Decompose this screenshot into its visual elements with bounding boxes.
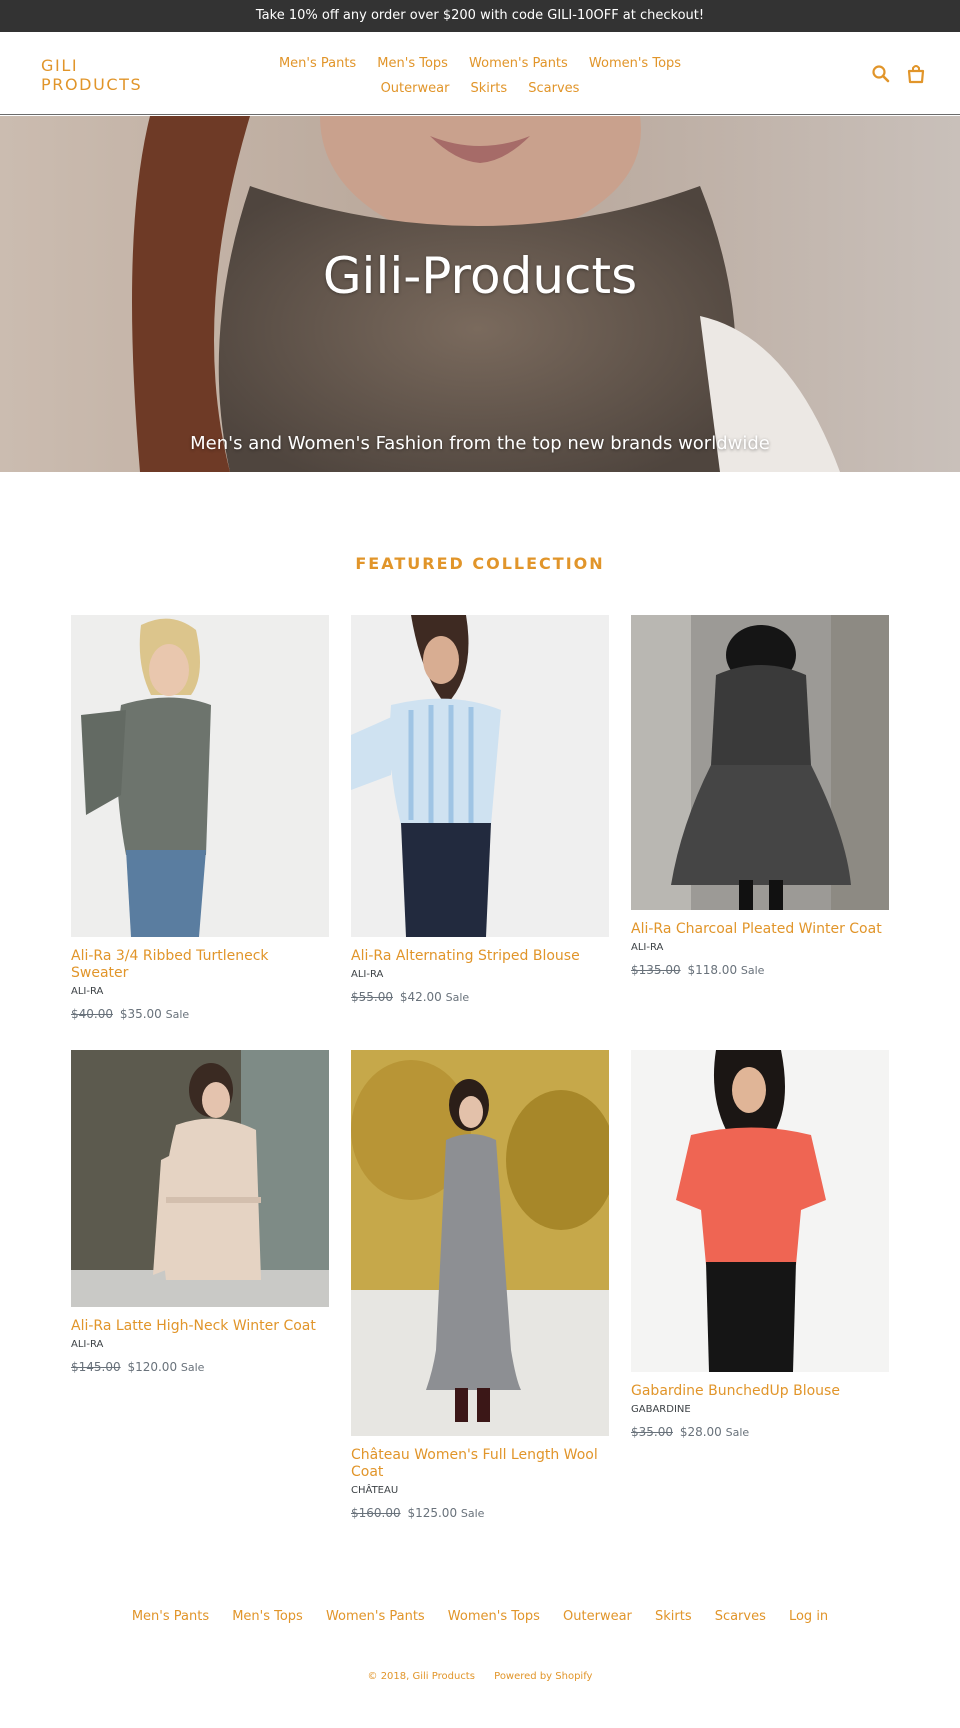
- compare-at-price: $35.00: [631, 1425, 673, 1439]
- product-image-chateau-coat[interactable]: [351, 1050, 609, 1436]
- sale-price: $35.00: [119, 1007, 162, 1021]
- compare-at-price: $160.00: [351, 1506, 401, 1520]
- site-logo[interactable]: GILI PRODUCTS: [41, 56, 161, 94]
- footer-link-mens-tops[interactable]: Men's Tops: [232, 1609, 303, 1624]
- sale-label: Sale: [165, 1008, 190, 1021]
- cart-icon[interactable]: [905, 63, 927, 85]
- sale-price: $120.00: [127, 1360, 178, 1374]
- sale-price: $42.00: [399, 990, 442, 1004]
- product-image-striped-blouse[interactable]: [351, 615, 609, 937]
- product-card: Ali-Ra Latte High-Neck Winter Coat ALI-R…: [71, 1050, 329, 1378]
- main-nav: Men's Pants Men's Tops Women's Pants Wom…: [260, 50, 700, 100]
- announcement-bar: Take 10% off any order over $200 with co…: [0, 0, 960, 32]
- footer-link-womens-pants[interactable]: Women's Pants: [326, 1609, 425, 1624]
- sale-price: $125.00: [407, 1506, 458, 1520]
- product-price: $145.00 $120.00 Sale: [71, 1357, 329, 1378]
- logo-line-1: GILI: [41, 56, 79, 75]
- product-vendor: ALI-RA: [71, 1339, 104, 1350]
- product-card: Gabardine BunchedUp Blouse GABARDINE $35…: [631, 1050, 889, 1443]
- nav-womens-pants[interactable]: Women's Pants: [469, 56, 568, 71]
- footer-link-login[interactable]: Log in: [789, 1609, 828, 1624]
- sale-price: $118.00: [687, 963, 738, 977]
- product-vendor: CHÂTEAU: [351, 1485, 399, 1496]
- nav-mens-pants[interactable]: Men's Pants: [279, 56, 356, 71]
- product-title[interactable]: Ali-Ra Alternating Striped Blouse: [351, 948, 609, 965]
- footer-link-womens-tops[interactable]: Women's Tops: [448, 1609, 540, 1624]
- product-vendor: GABARDINE: [631, 1404, 691, 1415]
- product-card: Ali-Ra Alternating Striped Blouse ALI-RA…: [351, 615, 609, 1008]
- hero-banner: Gili-Products Men's and Women's Fashion …: [0, 116, 960, 472]
- product-title[interactable]: Gabardine BunchedUp Blouse: [631, 1383, 889, 1400]
- compare-at-price: $40.00: [71, 1007, 113, 1021]
- sale-label: Sale: [180, 1361, 205, 1374]
- product-title[interactable]: Ali-Ra Latte High-Neck Winter Coat: [71, 1318, 329, 1335]
- product-vendor: ALI-RA: [631, 942, 664, 953]
- product-price: $55.00 $42.00 Sale: [351, 987, 609, 1008]
- logo-line-2: PRODUCTS: [41, 75, 143, 94]
- sale-label: Sale: [740, 964, 765, 977]
- product-image-turtleneck[interactable]: [71, 615, 329, 937]
- product-price: $160.00 $125.00 Sale: [351, 1503, 609, 1524]
- nav-womens-tops[interactable]: Women's Tops: [589, 56, 681, 71]
- product-card: Ali-Ra Charcoal Pleated Winter Coat ALI-…: [631, 615, 889, 981]
- product-image-charcoal-coat[interactable]: [631, 615, 889, 910]
- powered-by-link[interactable]: Powered by Shopify: [494, 1671, 592, 1682]
- search-icon[interactable]: [870, 63, 892, 85]
- sale-price: $28.00: [679, 1425, 722, 1439]
- hero-title: Gili-Products: [322, 247, 638, 305]
- footer-link-scarves[interactable]: Scarves: [715, 1609, 766, 1624]
- product-card: Château Women's Full Length Wool Coat CH…: [351, 1050, 609, 1524]
- nav-skirts[interactable]: Skirts: [471, 81, 508, 96]
- nav-mens-tops[interactable]: Men's Tops: [377, 56, 448, 71]
- product-title[interactable]: Château Women's Full Length Wool Coat: [351, 1447, 609, 1481]
- product-price: $135.00 $118.00 Sale: [631, 960, 889, 981]
- featured-collection-heading: Featured collection: [355, 554, 605, 573]
- footer-link-outerwear[interactable]: Outerwear: [563, 1609, 632, 1624]
- product-vendor: ALI-RA: [351, 969, 384, 980]
- nav-scarves[interactable]: Scarves: [528, 81, 579, 96]
- footer-link-skirts[interactable]: Skirts: [655, 1609, 692, 1624]
- compare-at-price: $145.00: [71, 1360, 121, 1374]
- product-title[interactable]: Ali-Ra Charcoal Pleated Winter Coat: [631, 921, 889, 938]
- copyright-link[interactable]: © 2018, Gili Products: [368, 1671, 475, 1682]
- sale-label: Sale: [725, 1426, 750, 1439]
- product-image-latte-coat[interactable]: [71, 1050, 329, 1307]
- product-vendor: ALI-RA: [71, 986, 104, 997]
- sale-label: Sale: [460, 1507, 485, 1520]
- product-card: Ali-Ra 3/4 Ribbed Turtleneck Sweater ALI…: [71, 615, 329, 1025]
- product-price: $35.00 $28.00 Sale: [631, 1422, 889, 1443]
- footer-copyright: © 2018, Gili Products Powered by Shopify: [0, 1671, 960, 1682]
- compare-at-price: $55.00: [351, 990, 393, 1004]
- sale-label: Sale: [445, 991, 470, 1004]
- footer-link-mens-pants[interactable]: Men's Pants: [132, 1609, 209, 1624]
- product-price: $40.00 $35.00 Sale: [71, 1004, 329, 1025]
- nav-outerwear[interactable]: Outerwear: [381, 81, 450, 96]
- product-title[interactable]: Ali-Ra 3/4 Ribbed Turtleneck Sweater: [71, 948, 329, 982]
- hero-subtitle: Men's and Women's Fashion from the top n…: [190, 433, 770, 454]
- product-image-gabardine-blouse[interactable]: [631, 1050, 889, 1372]
- site-header: GILI PRODUCTS Men's Pants Men's Tops Wom…: [0, 32, 960, 115]
- compare-at-price: $135.00: [631, 963, 681, 977]
- footer-nav: Men's Pants Men's Tops Women's Pants Wom…: [0, 1605, 960, 1624]
